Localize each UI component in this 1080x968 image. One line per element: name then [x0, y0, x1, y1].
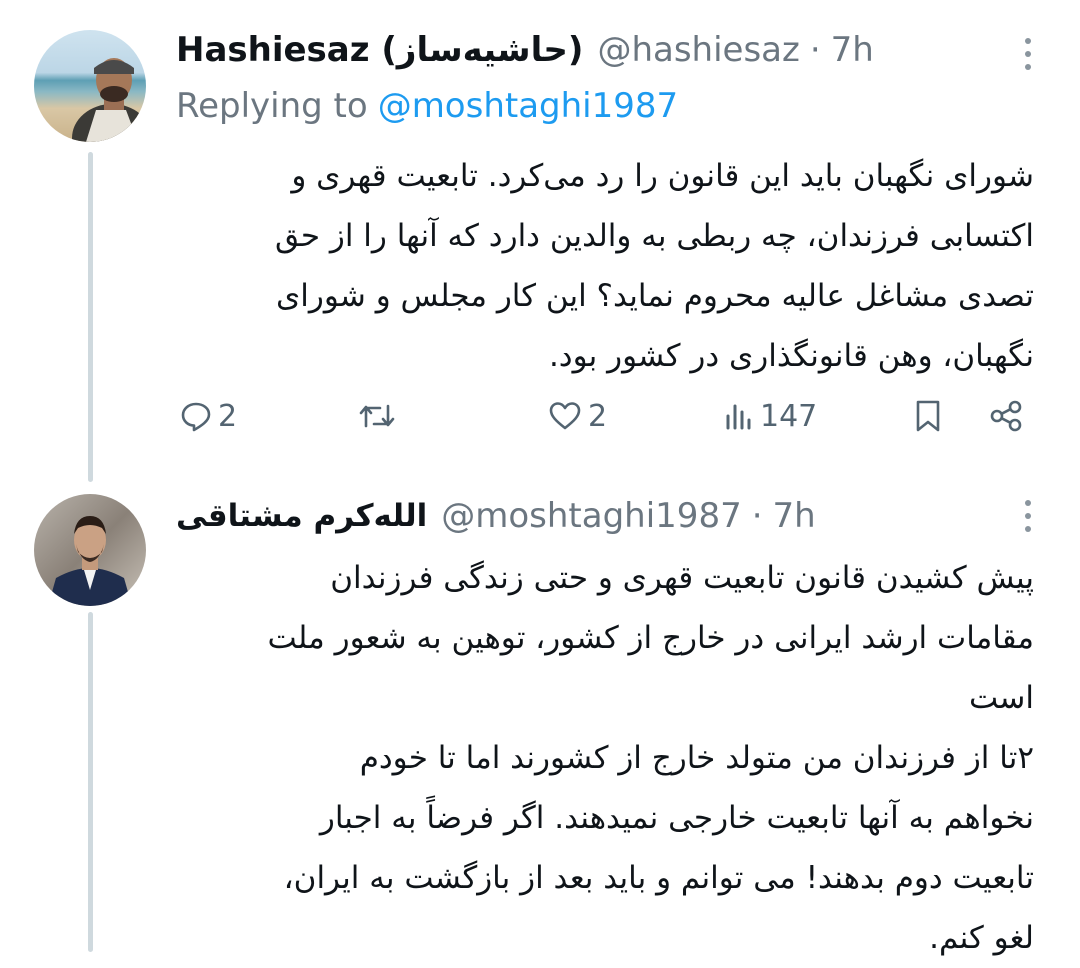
bookmark-icon	[916, 400, 940, 432]
reply-count: 2	[218, 398, 238, 434]
reply-button[interactable]: 2	[180, 388, 237, 444]
thread-connector-line	[88, 612, 93, 952]
display-name[interactable]: Hashiesaz (حاشیه‌ساز)	[176, 30, 583, 70]
tweet-line: لغو کنم.	[929, 920, 1034, 956]
tweet-header: الله‌کرم مشتاقی @moshtaghi1987 · 7h	[176, 490, 816, 542]
tweet-line: است	[968, 680, 1034, 716]
like-button[interactable]: 2	[548, 388, 607, 444]
separator-dot: ·	[809, 30, 821, 70]
tweet-actions: 2 2 147	[176, 388, 1036, 444]
views-icon	[726, 404, 751, 430]
separator-dot: ·	[751, 496, 763, 536]
tweet-text: شورای نگهبان باید این قانون را رد می‌کرد…	[176, 146, 1034, 386]
timestamp[interactable]: 7h	[831, 30, 874, 70]
retweet-icon	[359, 404, 395, 428]
share-icon	[990, 400, 1022, 432]
avatar[interactable]	[34, 494, 146, 606]
tweet-line: تصدی مشاغل عالیه محروم نماید؟ این کار مج…	[276, 278, 1034, 314]
tweet-line: نگهبان، وهن قانونگذاری در کشور بود.	[548, 338, 1034, 374]
more-icon[interactable]	[1022, 500, 1034, 532]
thread-connector-line	[88, 152, 93, 482]
views-count: 147	[760, 398, 818, 434]
display-name[interactable]: الله‌کرم مشتاقی	[176, 498, 427, 534]
retweet-button[interactable]	[358, 388, 396, 444]
reply-icon	[181, 402, 211, 432]
user-handle[interactable]: @hashiesaz	[597, 30, 799, 70]
like-count: 2	[588, 398, 608, 434]
more-icon[interactable]	[1022, 38, 1034, 70]
replying-prefix: Replying to	[176, 86, 368, 126]
timestamp[interactable]: 7h	[773, 496, 816, 536]
tweet-line: اکتسابی فرزندان، چه ربطی به والدین دارد …	[274, 218, 1034, 254]
share-button[interactable]	[988, 388, 1024, 444]
tweet-header: Hashiesaz (حاشیه‌ساز) @hashiesaz · 7h	[176, 24, 874, 76]
tweet-line: تابعیت دوم بدهند! می توانم و باید بعد از…	[283, 860, 1034, 896]
views-button[interactable]: 147	[724, 388, 817, 444]
user-handle[interactable]: @moshtaghi1987	[441, 496, 741, 536]
heart-icon	[549, 402, 581, 430]
tweet-line: مقامات ارشد ایرانی در خارج از کشور، توهی…	[267, 620, 1034, 656]
tweet-line: ۲تا از فرزندان من متولد خارج از کشورند ا…	[359, 740, 1034, 776]
bookmark-button[interactable]	[914, 388, 942, 444]
tweet-line: پیش کشیدن قانون تابعیت قهری و حتی زندگی …	[330, 560, 1034, 596]
tweet-text: پیش کشیدن قانون تابعیت قهری و حتی زندگی …	[176, 548, 1034, 968]
avatar[interactable]	[34, 30, 146, 142]
mention-link[interactable]: @moshtaghi1987	[378, 86, 678, 126]
replying-to: Replying to @moshtaghi1987	[176, 86, 678, 126]
tweet-line: شورای نگهبان باید این قانون را رد می‌کرد…	[291, 158, 1034, 194]
tweet-line: نخواهم به آنها تابعیت خارجی نمیدهند. اگر…	[319, 800, 1034, 836]
